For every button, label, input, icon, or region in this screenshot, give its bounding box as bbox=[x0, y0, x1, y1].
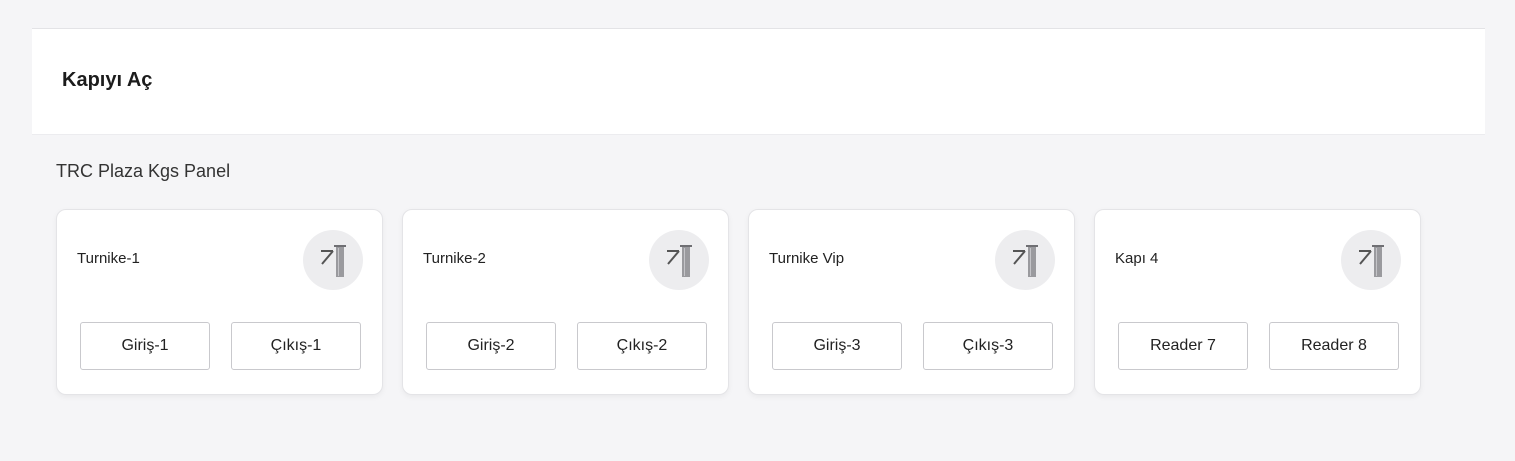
turnstile-icon bbox=[649, 230, 709, 290]
exit-button[interactable]: Çıkış-3 bbox=[923, 322, 1053, 370]
door-card: Turnike-2 Giriş-2 Çıkış-2 bbox=[402, 209, 729, 395]
entry-button[interactable]: Giriş-2 bbox=[426, 322, 556, 370]
entry-button[interactable]: Giriş-3 bbox=[772, 322, 902, 370]
door-name: Turnike Vip bbox=[769, 250, 845, 267]
door-name: Turnike-1 bbox=[77, 250, 140, 267]
door-card-list: Turnike-1 Giriş-1 Çıkış-1 Turnike-2 Giri… bbox=[56, 209, 1421, 395]
entry-button[interactable]: Giriş-1 bbox=[80, 322, 210, 370]
panel-name: TRC Plaza Kgs Panel bbox=[56, 161, 231, 181]
reader-8-button[interactable]: Reader 8 bbox=[1269, 322, 1399, 370]
exit-button[interactable]: Çıkış-1 bbox=[231, 322, 361, 370]
door-name: Turnike-2 bbox=[423, 250, 486, 267]
turnstile-icon bbox=[1341, 230, 1401, 290]
page: Kapıyı Aç TRC Plaza Kgs Panel Turnike-1 … bbox=[0, 0, 1515, 461]
door-name: Kapı 4 bbox=[1115, 250, 1159, 267]
header-panel: Kapıyı Aç bbox=[32, 28, 1485, 135]
door-card: Kapı 4 Reader 7 Reader 8 bbox=[1094, 209, 1421, 395]
reader-7-button[interactable]: Reader 7 bbox=[1118, 322, 1248, 370]
door-card: Turnike-1 Giriş-1 Çıkış-1 bbox=[56, 209, 383, 395]
turnstile-icon bbox=[303, 230, 363, 290]
page-title: Kapıyı Aç bbox=[62, 69, 153, 91]
turnstile-icon bbox=[995, 230, 1055, 290]
exit-button[interactable]: Çıkış-2 bbox=[577, 322, 707, 370]
door-card: Turnike Vip Giriş-3 Çıkış-3 bbox=[748, 209, 1075, 395]
